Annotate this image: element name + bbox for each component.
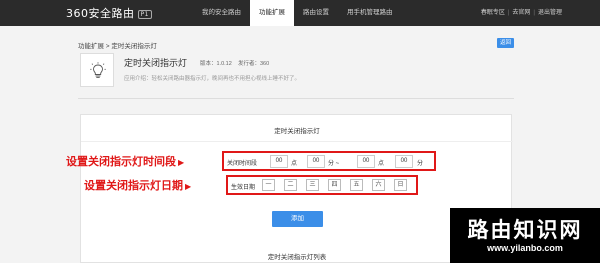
- link-logout[interactable]: 退出管理: [538, 0, 562, 26]
- annotation-time: 设置关闭指示灯时间段 ▶: [66, 153, 184, 169]
- lightbulb-icon: [90, 62, 106, 78]
- annotation-date-text: 设置关闭指示灯日期: [84, 179, 183, 192]
- annotation-date: 设置关闭指示灯日期 ▶: [84, 177, 191, 193]
- time-range-row: 关闭时间段 00 点 00 分 ~ 00 点 00 分: [222, 151, 436, 171]
- nav-router-settings[interactable]: 路由设置: [294, 0, 338, 26]
- nav-my-router[interactable]: 我的安全路由: [193, 0, 250, 26]
- day-tuesday-button[interactable]: 二: [284, 179, 297, 191]
- day-monday-button[interactable]: 一: [262, 179, 275, 191]
- top-links: 春眠专区 | 去官网 | 退出管理: [481, 0, 562, 26]
- start-hour-unit: 点: [291, 161, 298, 167]
- app-icon-box: [80, 53, 114, 87]
- day-thursday-button[interactable]: 四: [328, 179, 341, 191]
- panel-divider: [81, 141, 513, 142]
- main-nav: 我的安全路由 功能扩展 路由设置 用手机管理路由: [193, 0, 402, 26]
- start-hour-input[interactable]: 00: [270, 155, 288, 168]
- logo[interactable]: 360安全路由 P1: [66, 5, 152, 21]
- add-button[interactable]: 添加: [272, 211, 323, 227]
- day-saturday-button[interactable]: 六: [372, 179, 385, 191]
- end-hour-input[interactable]: 00: [357, 155, 375, 168]
- watermark: 路由知识网 www.yilanbo.com: [450, 208, 600, 263]
- nav-extensions[interactable]: 功能扩展: [250, 0, 294, 26]
- time-range-label: 关闭时间段: [227, 161, 258, 167]
- watermark-url: www.yilanbo.com: [487, 243, 563, 253]
- end-minute-unit: 分: [417, 161, 424, 167]
- start-minute-input[interactable]: 00: [307, 155, 325, 168]
- nav-mobile-manage[interactable]: 用手机管理路由: [338, 0, 402, 26]
- day-sunday-button[interactable]: 日: [394, 179, 407, 191]
- day-friday-button[interactable]: 五: [350, 179, 363, 191]
- effective-days-row: 生效日期 一 二 三 四 五 六 日: [226, 175, 418, 195]
- model-badge: P1: [137, 9, 152, 19]
- app-version: 版本：1.0.12: [200, 61, 232, 67]
- separator: |: [533, 10, 535, 16]
- arrow-right-icon: ▶: [185, 182, 192, 191]
- end-hour-unit: 点: [378, 161, 385, 167]
- watermark-title: 路由知识网: [467, 218, 583, 242]
- arrow-right-icon: ▶: [178, 158, 185, 167]
- app-title: 定时关闭指示灯: [124, 58, 188, 68]
- link-official-site[interactable]: 去官网: [512, 0, 530, 26]
- start-minute-unit: 分 ~: [328, 161, 340, 167]
- effective-days-label: 生效日期: [231, 185, 256, 191]
- app-publisher: 发行者：360: [238, 61, 270, 67]
- logo-text: 360安全路由: [66, 7, 135, 20]
- top-header: 360安全路由 P1 我的安全路由 功能扩展 路由设置 用手机管理路由 春眠专区 …: [0, 0, 600, 26]
- day-wednesday-button[interactable]: 三: [306, 179, 319, 191]
- annotation-time-text: 设置关闭指示灯时间段: [66, 155, 176, 168]
- panel-title: 定时关闭指示灯: [274, 128, 320, 135]
- divider: [78, 98, 514, 99]
- breadcrumb[interactable]: 功能扩展 > 定时关闭指示灯: [78, 40, 157, 50]
- app-description: 应用介绍：轻松关闭路由器指示灯，晚间再也不用担心视线上睡不好了。: [124, 76, 301, 82]
- list-title: 定时关闭指示灯列表: [267, 254, 327, 261]
- end-minute-input[interactable]: 00: [395, 155, 413, 168]
- back-button[interactable]: 返回: [497, 38, 514, 48]
- separator: |: [507, 10, 510, 16]
- link-zone[interactable]: 春眠专区: [481, 0, 505, 26]
